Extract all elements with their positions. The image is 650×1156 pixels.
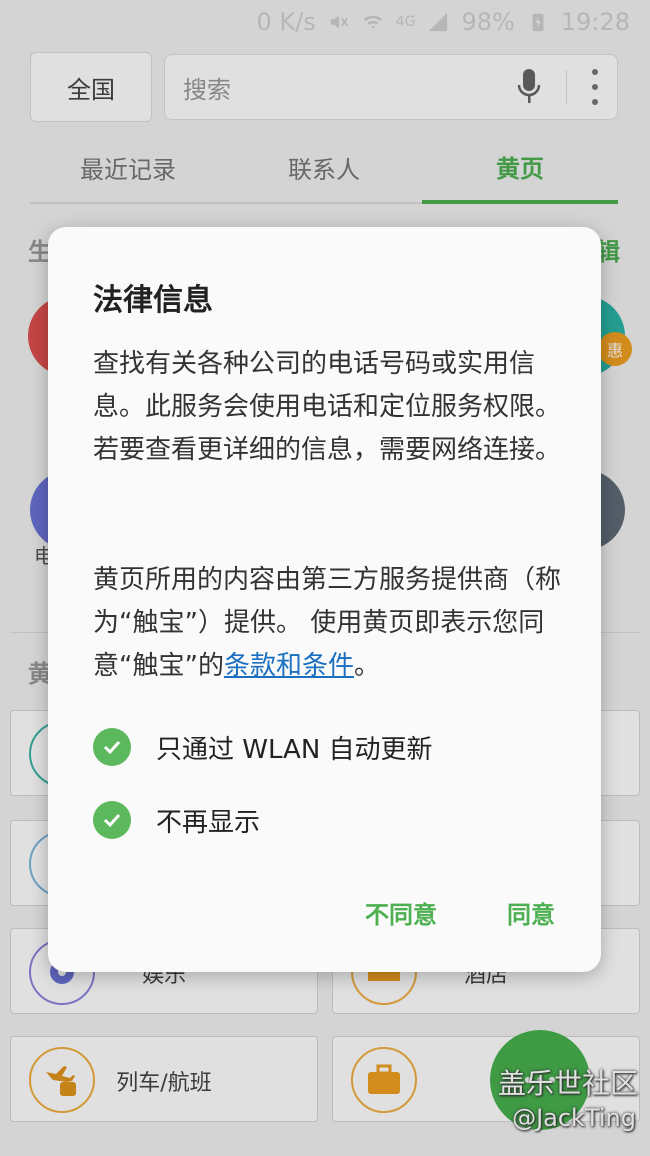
agree-button[interactable]: 同意: [507, 895, 555, 930]
terms-link[interactable]: 条款和条件: [224, 651, 354, 681]
check-icon: [103, 740, 121, 755]
dialog-title: 法律信息: [93, 283, 213, 318]
dont-show-again-checkbox[interactable]: [93, 801, 131, 839]
wlan-update-checkbox[interactable]: [93, 728, 131, 766]
dont-show-again-label[interactable]: 不再显示: [156, 802, 260, 839]
check-icon: [103, 813, 121, 828]
dialog-paragraph-1: 查找有关各种公司的电话号码或实用信息。此服务会使用电话和定位服务权限。若要查看更…: [93, 349, 562, 465]
dialog-paragraph-2: 黄页所用的内容由第三方服务提供商（称为“触宝”）提供。 使用黄页即表示您同意“触…: [93, 559, 568, 688]
legal-info-dialog: 法律信息 查找有关各种公司的电话号码或实用信息。此服务会使用电话和定位服务权限。…: [48, 227, 601, 972]
paragraph-2-suffix: 。: [353, 651, 380, 681]
wlan-update-label[interactable]: 只通过 WLAN 自动更新: [156, 729, 433, 766]
disagree-button[interactable]: 不同意: [365, 895, 437, 930]
